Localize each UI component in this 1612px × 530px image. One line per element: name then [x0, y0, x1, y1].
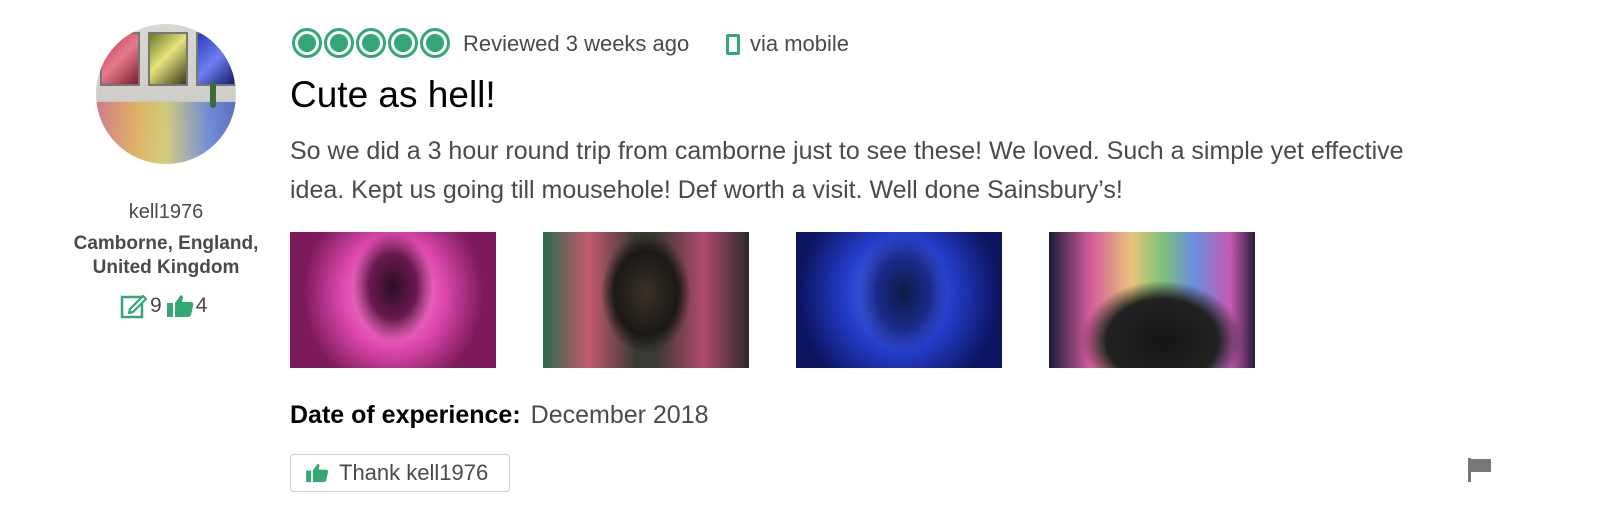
- thumbs-up-icon: [306, 464, 329, 483]
- rating-bubble: [292, 28, 322, 58]
- username[interactable]: kell1976: [60, 201, 272, 224]
- user-stats: 9 4: [120, 292, 211, 320]
- rating-bubble: [356, 28, 386, 58]
- date-of-experience-label: Date of experience:: [290, 401, 521, 429]
- bubble-rating-icon: [292, 28, 450, 58]
- review-photo[interactable]: [543, 232, 749, 368]
- review-photo[interactable]: [1049, 232, 1255, 368]
- avatar-photo-panel: [196, 32, 236, 86]
- rating-bubble: [420, 28, 450, 58]
- review-photo[interactable]: [290, 232, 496, 368]
- avatar-reflection: [96, 102, 236, 164]
- review-count: 9: [150, 294, 162, 317]
- thank-button-label: Thank kell1976: [339, 460, 489, 485]
- avatar-photo-panel: [148, 32, 188, 86]
- review-pencil-icon: [120, 294, 148, 319]
- thank-button[interactable]: Thank kell1976: [290, 454, 510, 492]
- review-photo[interactable]: [796, 232, 1002, 368]
- device-text: via mobile: [750, 31, 850, 56]
- helpful-votes-count: 4: [195, 294, 208, 317]
- mobile-phone-icon: [726, 33, 740, 55]
- user-location: Camborne, England, United Kingdom: [73, 233, 259, 278]
- review-date-relative: Reviewed 3 weeks ago: [463, 31, 690, 56]
- review-body: So we did a 3 hour round trip from cambo…: [290, 137, 1404, 204]
- rating-bubble: [388, 28, 418, 58]
- rating-bubble: [324, 28, 354, 58]
- date-of-experience: Date of experience: December 2018: [290, 401, 709, 430]
- flag-icon[interactable]: [1466, 456, 1494, 489]
- device-indicator: via mobile: [726, 31, 849, 57]
- avatar-figure: [210, 82, 216, 108]
- date-of-experience-value: December 2018: [530, 401, 709, 429]
- review-title[interactable]: Cute as hell!: [290, 74, 496, 116]
- thumbs-up-icon: [166, 295, 193, 317]
- avatar[interactable]: [96, 24, 236, 164]
- avatar-photo-panel: [100, 32, 140, 86]
